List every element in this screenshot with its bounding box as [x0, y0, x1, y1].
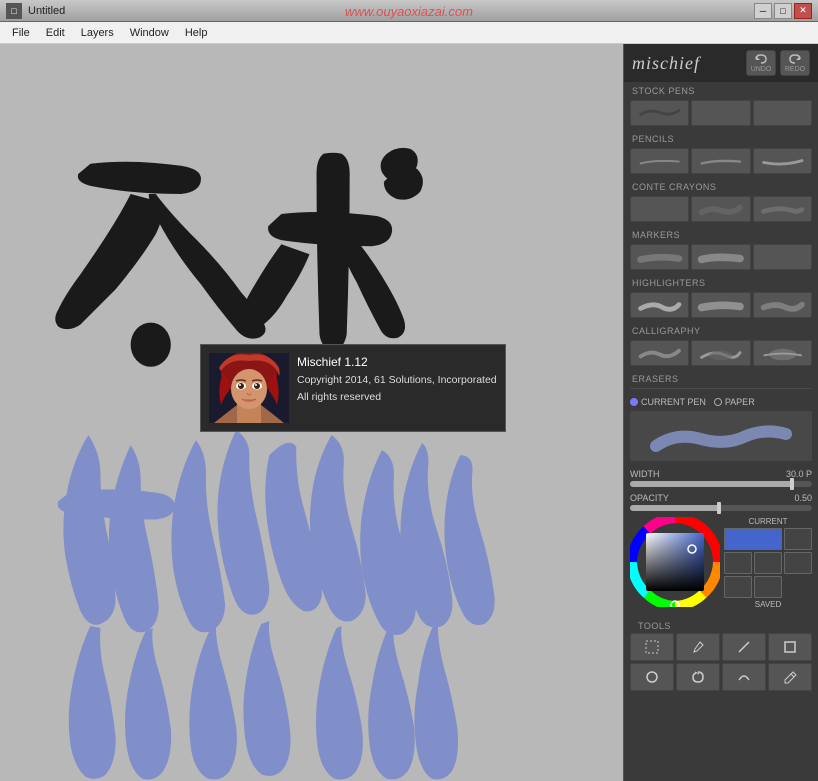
- menu-file[interactable]: File: [4, 25, 38, 41]
- highlighter-3[interactable]: [753, 292, 812, 318]
- swatch-7[interactable]: [754, 576, 782, 598]
- highlighter-2[interactable]: [691, 292, 750, 318]
- opacity-slider-fill: [630, 505, 721, 511]
- pen-preview: [630, 411, 812, 461]
- calligraphy-3[interactable]: [753, 340, 812, 366]
- current-pen-radio-dot: [630, 398, 638, 406]
- pencil-3[interactable]: [753, 148, 812, 174]
- about-text: Mischief 1.12 Copyright 2014, 61 Solutio…: [297, 353, 497, 406]
- tools-section: TOOLS: [624, 613, 818, 695]
- highlighters-label: HIGHLIGHTERS: [624, 274, 818, 290]
- calligraphy-grid: [624, 338, 818, 370]
- stock-pens-label: STOCK PENS: [624, 82, 818, 98]
- right-panel: mischief UNDO REDO: [623, 44, 818, 781]
- erasers-label: ERASERS: [624, 370, 818, 386]
- menu-window[interactable]: Window: [122, 25, 177, 41]
- tool-path[interactable]: [722, 663, 766, 691]
- current-swatch-label: CURRENT: [724, 517, 812, 526]
- menu-bar: File Edit Layers Window Help: [0, 22, 818, 44]
- window-controls: ─ □ ✕: [754, 3, 812, 19]
- width-label-row: WIDTH 30.0 P: [630, 467, 812, 481]
- markers-grid: [624, 242, 818, 274]
- app-icon: □: [6, 3, 22, 19]
- undo-button[interactable]: UNDO: [746, 50, 776, 76]
- pen-radio-row: CURRENT PEN PAPER: [630, 395, 812, 411]
- tools-label: TOOLS: [630, 617, 812, 633]
- highlighter-1[interactable]: [630, 292, 689, 318]
- highlighters-grid: [624, 290, 818, 322]
- color-wheel[interactable]: [630, 517, 720, 607]
- stock-pen-2[interactable]: [691, 100, 750, 126]
- stock-pens-grid: [624, 98, 818, 130]
- pencil-2[interactable]: [691, 148, 750, 174]
- maximize-button[interactable]: □: [774, 3, 792, 19]
- swatch-4[interactable]: [754, 552, 782, 574]
- menu-edit[interactable]: Edit: [38, 25, 73, 41]
- pencil-1[interactable]: [630, 148, 689, 174]
- panel-header: mischief UNDO REDO: [624, 44, 818, 82]
- current-pen-section: CURRENT PEN PAPER: [624, 391, 818, 465]
- calligraphy-2[interactable]: [691, 340, 750, 366]
- calligraphy-label: CALLIGRAPHY: [624, 322, 818, 338]
- pencils-label: PENCILS: [624, 130, 818, 146]
- minimize-button[interactable]: ─: [754, 3, 772, 19]
- canvas-area[interactable]: Mischief 1.12 Copyright 2014, 61 Solutio…: [0, 44, 623, 781]
- conte-2[interactable]: [691, 196, 750, 222]
- main-layout: Mischief 1.12 Copyright 2014, 61 Solutio…: [0, 44, 818, 781]
- marker-2[interactable]: [691, 244, 750, 270]
- swatch-3[interactable]: [724, 552, 752, 574]
- paper-radio-dot: [714, 398, 722, 406]
- menu-help[interactable]: Help: [177, 25, 216, 41]
- width-section: WIDTH 30.0 P: [624, 465, 818, 489]
- tool-pen[interactable]: [768, 663, 812, 691]
- swatch-6[interactable]: [724, 576, 752, 598]
- color-swatches: CURRENT SAVED: [724, 517, 812, 609]
- paper-radio[interactable]: PAPER: [714, 397, 755, 407]
- swatch-2[interactable]: [784, 528, 812, 550]
- current-pen-radio[interactable]: CURRENT PEN: [630, 397, 706, 407]
- width-slider-fill: [630, 481, 794, 487]
- width-slider-thumb: [790, 478, 794, 490]
- calligraphy-1[interactable]: [630, 340, 689, 366]
- menu-layers[interactable]: Layers: [73, 25, 122, 41]
- redo-button[interactable]: REDO: [780, 50, 810, 76]
- window-title: Untitled: [28, 5, 754, 17]
- saved-swatch-label: SAVED: [724, 600, 812, 609]
- color-section: CURRENT SAVED: [624, 513, 818, 613]
- markers-label: MARKERS: [624, 226, 818, 242]
- portrait-image: [209, 353, 289, 423]
- tool-eyedropper[interactable]: [676, 633, 720, 661]
- stock-pen-3[interactable]: [753, 100, 812, 126]
- conte-3[interactable]: [753, 196, 812, 222]
- opacity-slider-thumb: [717, 502, 721, 514]
- conte-crayons-grid: [624, 194, 818, 226]
- tool-lasso[interactable]: [676, 663, 720, 691]
- tools-grid: [630, 633, 812, 691]
- marker-3[interactable]: [753, 244, 812, 270]
- opacity-slider[interactable]: [630, 505, 812, 511]
- swatch-5[interactable]: [784, 552, 812, 574]
- tool-line[interactable]: [722, 633, 766, 661]
- opacity-section: OPACITY 0.50: [624, 489, 818, 513]
- tool-ellipse[interactable]: [630, 663, 674, 691]
- swatch-current[interactable]: [724, 528, 782, 550]
- width-slider[interactable]: [630, 481, 812, 487]
- close-button[interactable]: ✕: [794, 3, 812, 19]
- title-bar: □ Untitled www.ouyaoxiazai.com ─ □ ✕: [0, 0, 818, 22]
- swatch-grid: [724, 528, 812, 598]
- pencils-grid: [624, 146, 818, 178]
- about-dialog: Mischief 1.12 Copyright 2014, 61 Solutio…: [200, 344, 506, 432]
- mischief-logo: mischief: [632, 53, 700, 74]
- undo-redo-buttons: UNDO REDO: [746, 50, 810, 76]
- tool-marquee[interactable]: [630, 633, 674, 661]
- conte-1[interactable]: [630, 196, 689, 222]
- stock-pen-1[interactable]: [630, 100, 689, 126]
- marker-1[interactable]: [630, 244, 689, 270]
- tool-rectangle[interactable]: [768, 633, 812, 661]
- divider-1: [630, 388, 812, 389]
- conte-crayons-label: CONTE CRAYONS: [624, 178, 818, 194]
